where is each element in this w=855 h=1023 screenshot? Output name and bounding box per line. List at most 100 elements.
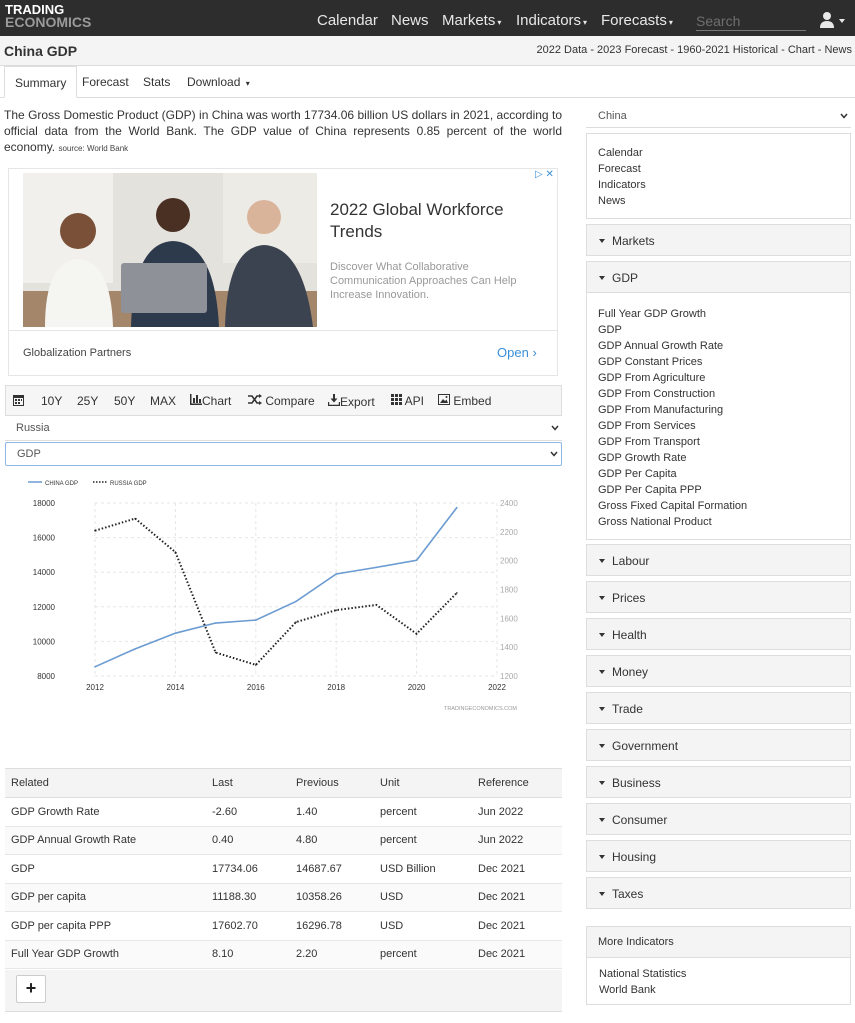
range-25y-button[interactable]: 25Y	[77, 394, 98, 408]
sidebar-country-value: China	[598, 110, 627, 122]
calendar-icon[interactable]	[13, 394, 24, 406]
country-select[interactable]: Russia	[5, 417, 562, 441]
sidebar-section-trade[interactable]: Trade	[586, 692, 851, 724]
search-input[interactable]	[696, 11, 806, 31]
caret-down-icon	[599, 855, 605, 859]
table-cell-previous-value: 2.20	[290, 940, 374, 969]
sidebar-gdp-link[interactable]: GDP Constant Prices	[587, 354, 850, 370]
sidebar-gdp-link[interactable]: Full Year GDP Growth	[587, 306, 850, 322]
sidebar-section-consumer[interactable]: Consumer	[586, 803, 851, 835]
table-cell-last-value: 17602.70	[206, 911, 290, 941]
table-header-row: Related Last Previous Unit Reference	[5, 768, 562, 798]
ad-headline[interactable]: 2022 Global Workforce Trends	[330, 199, 550, 243]
tab-stats[interactable]: Stats	[143, 75, 170, 89]
chart-button[interactable]: Chart	[190, 394, 231, 408]
nav-indicators[interactable]: Indicators ▾	[516, 12, 587, 29]
table-cell-unit: percent	[374, 940, 472, 969]
y-left-tick-label: 12000	[33, 603, 56, 612]
sidebar-gdp-link[interactable]: GDP From Construction	[587, 386, 850, 402]
table-row[interactable]: GDP Annual Growth Rate 0.40 4.80 percent Jun…	[5, 826, 562, 855]
more-indicators-links: National Statistics World Bank	[586, 957, 851, 1005]
sidebar-gdp-link[interactable]: GDP From Agriculture	[587, 370, 850, 386]
range-50y-button[interactable]: 50Y	[114, 394, 135, 408]
sidebar-gdp-link[interactable]: GDP	[587, 322, 850, 338]
indicator-select[interactable]: GDP	[5, 442, 562, 466]
sidebar-section-housing[interactable]: Housing	[586, 840, 851, 872]
table-cell-related-name[interactable]: GDP per capita	[5, 883, 206, 912]
sidebar-gdp-link[interactable]: GDP Per Capita	[587, 466, 850, 482]
sidebar-link-news[interactable]: News	[587, 193, 850, 209]
nav-news[interactable]: News	[391, 12, 429, 29]
ad-body: Discover What Collaborative Communicatio…	[330, 261, 517, 301]
site-logo[interactable]: TRADING ECONOMICS	[5, 3, 91, 29]
tab-bar: Summary Forecast Stats Download ▾	[0, 66, 855, 98]
caret-down-icon	[599, 892, 605, 896]
nav-calendar[interactable]: Calendar	[317, 12, 378, 29]
sidebar-gdp-link[interactable]: GDP From Transport	[587, 434, 850, 450]
sidebar-gdp-link[interactable]: GDP Annual Growth Rate	[587, 338, 850, 354]
sidebar-section-gdp[interactable]: GDP	[586, 261, 851, 293]
sidebar-gdp-link[interactable]: Gross Fixed Capital Formation	[587, 498, 850, 514]
sidebar-gdp-link[interactable]: GDP Growth Rate	[587, 450, 850, 466]
adchoices-icon[interactable]: ▷ ✕	[535, 169, 554, 180]
more-indicators-title: More Indicators	[586, 926, 851, 958]
table-row[interactable]: GDP per capita PPP 17602.70 16296.78 USD Dec…	[5, 911, 562, 941]
nav-forecasts-label: Forecasts	[601, 12, 667, 29]
image-icon	[438, 394, 450, 405]
advertisement[interactable]: ▷ ✕ 2022 Global Workforce Trends Discove…	[8, 168, 558, 376]
gdp-chart[interactable]: 2012 2014 2016 2018 2020 2022 8000 10000 12000 14…	[5, 468, 562, 720]
description-source[interactable]: source: World Bank	[58, 144, 128, 153]
sidebar-section-taxes[interactable]: Taxes	[586, 877, 851, 909]
sidebar-country-select[interactable]: China	[586, 104, 851, 128]
sidebar-section-prices[interactable]: Prices	[586, 581, 851, 613]
y-right-tick-label: 2400	[500, 499, 518, 508]
nav-forecasts[interactable]: Forecasts ▾	[601, 12, 673, 29]
sidebar-section-money[interactable]: Money	[586, 655, 851, 687]
page-subtitle: 2022 Data - 2023 Forecast - 1960-2021 Hi…	[536, 44, 852, 56]
table-cell-related-name[interactable]: GDP per capita PPP	[5, 911, 206, 941]
table-row[interactable]: GDP 17734.06 14687.67 USD Billion Dec 2021	[5, 854, 562, 884]
sidebar-section-business[interactable]: Business	[586, 766, 851, 798]
table-row[interactable]: Full Year GDP Growth 8.10 2.20 percent Dec 2…	[5, 940, 562, 969]
sidebar-section-markets[interactable]: Markets	[586, 224, 851, 256]
x-tick-label: 2012	[86, 683, 104, 692]
tab-forecast[interactable]: Forecast	[82, 75, 129, 89]
sidebar-section-government[interactable]: Government	[586, 729, 851, 761]
x-tick-label: 2022	[488, 683, 506, 692]
table-cell-related-name[interactable]: Full Year GDP Growth	[5, 940, 206, 969]
sidebar-gdp-link[interactable]: GDP From Services	[587, 418, 850, 434]
table-cell-related-name[interactable]: GDP	[5, 854, 206, 884]
range-10y-button[interactable]: 10Y	[41, 394, 62, 408]
more-link-world-bank[interactable]: World Bank	[587, 982, 850, 998]
sidebar-link-calendar[interactable]: Calendar	[587, 145, 850, 161]
nav-markets[interactable]: Markets ▾	[442, 12, 501, 29]
api-button[interactable]: API	[391, 394, 424, 408]
x-tick-label: 2016	[247, 683, 265, 692]
sidebar-section-labour[interactable]: Labour	[586, 544, 851, 576]
table-cell-previous-value: 10358.26	[290, 883, 374, 912]
export-button[interactable]: Export	[327, 394, 375, 409]
sidebar-section-health[interactable]: Health	[586, 618, 851, 650]
range-max-button[interactable]: MAX	[150, 394, 176, 408]
embed-button[interactable]: Embed	[438, 394, 491, 408]
more-link-national-statistics[interactable]: National Statistics	[587, 966, 850, 982]
top-navbar: TRADING ECONOMICS Calendar News Markets ▾…	[0, 0, 855, 36]
sidebar-gdp-link[interactable]: Gross National Product	[587, 514, 850, 530]
table-row[interactable]: GDP Growth Rate -2.60 1.40 percent Jun 2022	[5, 797, 562, 827]
ad-open-button[interactable]: Open ›	[497, 345, 537, 360]
sidebar-gdp-link[interactable]: GDP From Manufacturing	[587, 402, 850, 418]
user-icon[interactable]	[820, 11, 846, 29]
table-cell-related-name[interactable]: GDP Growth Rate	[5, 797, 206, 827]
tab-download[interactable]: Download ▾	[187, 75, 250, 89]
legend-label: RUSSIA GDP	[110, 481, 147, 487]
sidebar-link-forecast[interactable]: Forecast	[587, 161, 850, 177]
tab-summary[interactable]: Summary	[4, 66, 78, 98]
sidebar-link-indicators[interactable]: Indicators	[587, 177, 850, 193]
add-indicator-button[interactable]: +	[16, 975, 46, 1003]
nav-indicators-label: Indicators	[516, 12, 582, 29]
table-row[interactable]: GDP per capita 11188.30 10358.26 USD Dec 202…	[5, 883, 562, 912]
table-cell-related-name[interactable]: GDP Annual Growth Rate	[5, 826, 206, 855]
legend-label: CHINA GDP	[45, 481, 78, 487]
sidebar-gdp-link[interactable]: GDP Per Capita PPP	[587, 482, 850, 498]
compare-button[interactable]: Compare	[248, 394, 315, 408]
